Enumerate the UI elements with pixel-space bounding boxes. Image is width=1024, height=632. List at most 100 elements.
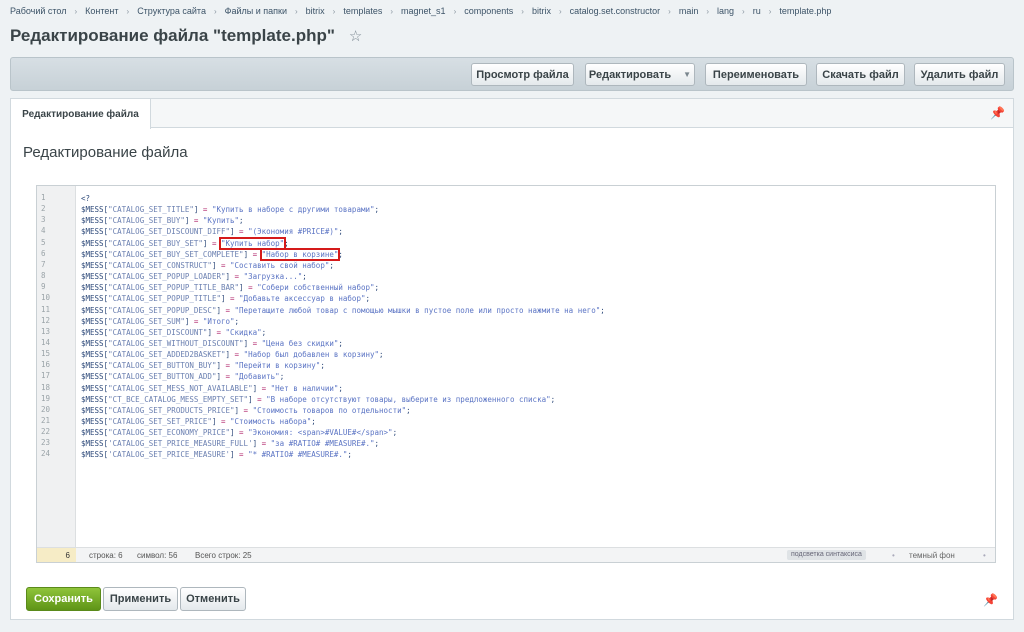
breadcrumb-item[interactable]: ru (753, 6, 761, 16)
code-line[interactable]: $MESS["CATALOG_SET_CONSTRUCT"] = "Состав… (81, 260, 334, 271)
breadcrumb-item[interactable]: magnet_s1 (401, 6, 446, 16)
dot-icon: • (892, 551, 895, 560)
breadcrumb-separator-icon: › (521, 6, 524, 16)
code-line[interactable]: <? (81, 193, 90, 204)
line-number: 20 (41, 404, 51, 414)
pin-icon[interactable]: 📌 (990, 106, 1005, 120)
star-icon[interactable]: ☆ (349, 27, 362, 45)
delete-file-button[interactable]: Удалить файл (914, 63, 1005, 86)
download-file-button[interactable]: Скачать файл (816, 63, 905, 86)
code-line[interactable]: $MESS["CATALOG_SET_BUY_SET_COMPLETE"] = … (81, 247, 343, 261)
code-line[interactable]: $MESS["CATALOG_SET_SUM"] = "Итого"; (81, 316, 239, 327)
breadcrumb-item[interactable]: bitrix (306, 6, 325, 16)
chevron-down-icon: ▼ (683, 70, 692, 79)
breadcrumb: Рабочий стол › Контент › Структура сайта › Фай… (10, 4, 831, 18)
code-line[interactable]: $MESS["CATALOG_SET_MESS_NOT_AVAILABLE"] … (81, 383, 343, 394)
breadcrumb-item[interactable]: Рабочий стол (10, 6, 67, 16)
tab-edit-file[interactable]: Редактирование файла (11, 99, 151, 129)
line-number: 4 (41, 226, 46, 236)
pin-icon[interactable]: 📌 (983, 593, 998, 607)
breadcrumb-separator-icon: › (453, 6, 457, 16)
code-line[interactable]: $MESS["CATALOG_SET_WITHOUT_DISCOUNT"] = … (81, 338, 343, 349)
highlighted-string: "Стоимость набора" (230, 417, 312, 426)
breadcrumb-separator-icon: › (126, 6, 130, 16)
code-line[interactable]: $MESS["CATALOG_SET_BUY"] = "Купить"; (81, 215, 244, 226)
code-line[interactable]: $MESS["CATALOG_SET_PRODUCTS_PRICE"] = "С… (81, 405, 411, 416)
line-number: 24 (41, 449, 51, 459)
line-number: 13 (41, 326, 51, 336)
line-number: 18 (41, 382, 51, 392)
highlighted-string: "Загрузка..." (243, 272, 303, 282)
highlighted-string: "Экономия: <span>#VALUE#</span>" (248, 428, 393, 438)
line-number: 5 (41, 237, 46, 247)
highlighted-string: "Добавьте аксессуар в набор" (239, 294, 366, 304)
code-line[interactable]: $MESS["CATALOG_SET_POPUP_TITLE"] = "Доба… (81, 293, 370, 304)
apply-button[interactable]: Применить (103, 587, 178, 611)
code-line[interactable]: $MESS["CATALOG_SET_BUY_SET"] = "Купить н… (81, 236, 289, 250)
highlighted-string: "Составить свой набор" (230, 260, 330, 270)
code-line[interactable]: $MESS["CATALOG_SET_DISCOUNT_DIFF"] = "(Э… (81, 226, 343, 237)
breadcrumb-item[interactable]: Файлы и папки (225, 6, 287, 16)
highlighted-string: "за #RATIO# #MEASURE#." (270, 439, 375, 449)
save-button[interactable]: Сохранить (26, 587, 101, 611)
line-number: 21 (41, 416, 51, 425)
breadcrumb-item[interactable]: templates (343, 6, 382, 16)
current-line-indicator: 6 (37, 548, 76, 562)
line-number: 2 (41, 204, 46, 214)
highlighted-string: "Набор в корзине" (259, 247, 341, 261)
breadcrumb-separator-icon: › (768, 6, 772, 16)
edit-dropdown-label: Редактировать (588, 68, 672, 81)
highlighted-string: "В наборе отсутствуют товары, выберите и… (266, 394, 551, 404)
line-number: 8 (41, 271, 46, 281)
highlighted-string: "Скидка" (225, 327, 262, 337)
code-line[interactable]: $MESS["CATALOG_SET_ADDED2BASKET"] = "Наб… (81, 349, 384, 360)
breadcrumb-item[interactable]: components (464, 6, 513, 16)
breadcrumb-item[interactable]: catalog.set.constructor (570, 6, 661, 16)
breadcrumb-separator-icon: › (332, 6, 336, 16)
line-number: 7 (41, 259, 46, 269)
editor-statusbar: 6 строка: 6 символ: 56 Всего строк: 25 п… (37, 547, 995, 562)
code-line[interactable]: $MESS['CATALOG_SET_PRICE_MEASURE'] = "* … (81, 449, 352, 460)
code-line[interactable]: $MESS["CATALOG_SET_ECONOMY_PRICE"] = "Эк… (81, 427, 397, 438)
code-line[interactable]: $MESS["CATALOG_SET_SET_PRICE"] = "Стоимо… (81, 416, 316, 427)
breadcrumb-item: template.php (779, 6, 832, 16)
code-line[interactable]: $MESS["CATALOG_SET_BUTTON_BUY"] = "Перей… (81, 360, 325, 371)
breadcrumb-item[interactable]: bitrix (532, 6, 551, 16)
highlighted-string: "Купить в наборе с другими товарами" (211, 205, 375, 215)
highlighted-string: "Перетащите любой товар с помощью мышки … (234, 305, 601, 315)
breadcrumb-item[interactable]: main (679, 6, 699, 16)
line-number: 6 (41, 248, 46, 258)
highlighted-string: "Купить" (202, 216, 240, 226)
highlighted-string: "Набор был добавлен в корзину" (243, 350, 380, 360)
view-file-button[interactable]: Просмотр файла (471, 63, 574, 86)
code-area[interactable]: <? $MESS["CATALOG_SET_TITLE"] = "Купить в… (81, 186, 995, 547)
highlighted-string: "Цена без скидки" (261, 338, 339, 348)
highlighted-string: "* #RATIO# #MEASURE#." (248, 450, 348, 460)
code-line[interactable]: $MESS['CATALOG_SET_PRICE_MEASURE_FULL'] … (81, 438, 379, 449)
code-line[interactable]: $MESS["CATALOG_SET_TITLE"] = "Купить в н… (81, 204, 379, 215)
breadcrumb-item[interactable]: lang (717, 6, 734, 16)
breadcrumb-separator-icon: › (390, 6, 394, 16)
code-line[interactable]: $MESS["CT_BCE_CATALOG_MESS_EMPTY_SET"] =… (81, 394, 555, 405)
line-number: 10 (41, 293, 51, 303)
cancel-button[interactable]: Отменить (180, 587, 246, 611)
code-line[interactable]: $MESS["CATALOG_SET_BUTTON_ADD"] = "Добав… (81, 371, 284, 382)
code-line[interactable]: $MESS["CATALOG_SET_POPUP_TITLE_BAR"] = "… (81, 282, 379, 293)
code-line[interactable]: $MESS["CATALOG_SET_POPUP_LOADER"] = "Заг… (81, 271, 307, 282)
rename-button[interactable]: Переименовать (705, 63, 807, 86)
total-lines-info: Всего строк: 25 (195, 551, 252, 560)
breadcrumb-separator-icon: › (742, 6, 745, 16)
code-line[interactable]: $MESS["CATALOG_SET_POPUP_DESC"] = "Перет… (81, 305, 605, 316)
code-editor[interactable]: 1 2 3 4 5 6 7 8 9 10 11 12 13 14 15 16 17 18 19 20 21 22 23 24 … (36, 185, 996, 563)
line-number: 9 (41, 282, 46, 292)
breadcrumb-item[interactable]: Структура сайта (137, 6, 206, 16)
breadcrumb-item[interactable]: Контент (85, 6, 118, 16)
dot-icon: • (983, 551, 986, 560)
line-number-gutter: 1 2 3 4 5 6 7 8 9 10 11 12 13 14 15 16 17 18 19 20 21 22 23 24 (37, 186, 76, 547)
main-panel: Редактирование файла 📌 Редактирование фа… (10, 98, 1014, 620)
edit-dropdown-button[interactable]: Редактировать ▼ (585, 63, 695, 86)
syntax-highlight-toggle[interactable]: подсветка синтаксиса (787, 550, 866, 560)
highlighted-string: "Купить набор" (218, 236, 287, 250)
code-line[interactable]: $MESS["CATALOG_SET_DISCOUNT"] = "Скидка"… (81, 327, 266, 338)
dark-background-toggle[interactable]: темный фон (909, 551, 955, 560)
